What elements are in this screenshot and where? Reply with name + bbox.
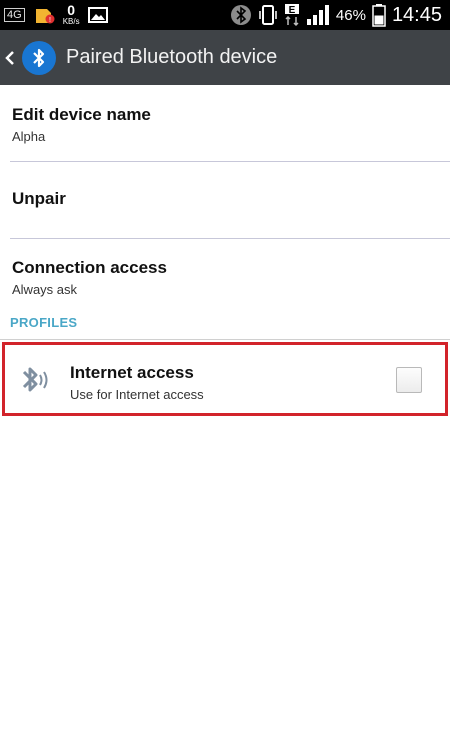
sd-card-notification-icon: ! <box>33 5 55 25</box>
image-icon <box>87 6 108 24</box>
data-arrows-icon: E <box>284 3 300 27</box>
data-type-indicator: E <box>289 5 296 16</box>
device-name-value: Alpha <box>12 129 46 144</box>
status-bar-right: E 46% 14:45 <box>230 0 442 30</box>
internet-access-text: Internet access Use for Internet access <box>70 363 204 402</box>
network-speed-unit: KB/s <box>62 17 80 26</box>
bluetooth-audio-icon <box>20 363 56 397</box>
bluetooth-status-icon <box>230 4 252 26</box>
network-speed: 0 KB/s <box>63 3 80 27</box>
vibrate-icon <box>258 4 278 26</box>
svg-text:!: ! <box>49 17 51 24</box>
network-speed-value: 0 <box>67 2 76 18</box>
action-bar: Paired Bluetooth device <box>0 30 450 85</box>
unpair-item[interactable]: Unpair <box>0 162 450 238</box>
connection-access-title: Connection access <box>12 258 167 277</box>
signal-icon <box>306 4 330 26</box>
network-type-badge: 4G <box>4 8 25 22</box>
internet-access-checkbox[interactable] <box>396 367 422 393</box>
internet-access-profile-item[interactable]: Internet access Use for Internet access <box>2 342 448 416</box>
battery-icon <box>372 3 386 27</box>
clock: 14:45 <box>391 3 442 26</box>
section-divider <box>0 339 450 340</box>
connection-access-item[interactable]: Connection access Always ask <box>0 239 450 305</box>
edit-device-name-item[interactable]: Edit device name Alpha <box>0 85 450 161</box>
connection-access-value: Always ask <box>12 282 78 297</box>
battery-percent: 46% <box>335 6 366 24</box>
profiles-section-header: PROFILES <box>10 314 78 330</box>
status-bar-left: 4G ! 0 KB/s <box>4 0 108 30</box>
internet-access-subtitle: Use for Internet access <box>70 387 204 402</box>
page-title: Paired Bluetooth device <box>66 46 278 68</box>
back-icon[interactable] <box>4 49 18 67</box>
bluetooth-icon[interactable] <box>22 40 56 75</box>
status-bar: 4G ! 0 KB/s E 46% 14:45 <box>0 0 450 30</box>
edit-device-name-title: Edit device name <box>12 105 151 124</box>
internet-access-title: Internet access <box>70 363 194 382</box>
settings-list: Edit device name Alpha Unpair Connection… <box>0 85 450 416</box>
unpair-title: Unpair <box>12 189 66 208</box>
